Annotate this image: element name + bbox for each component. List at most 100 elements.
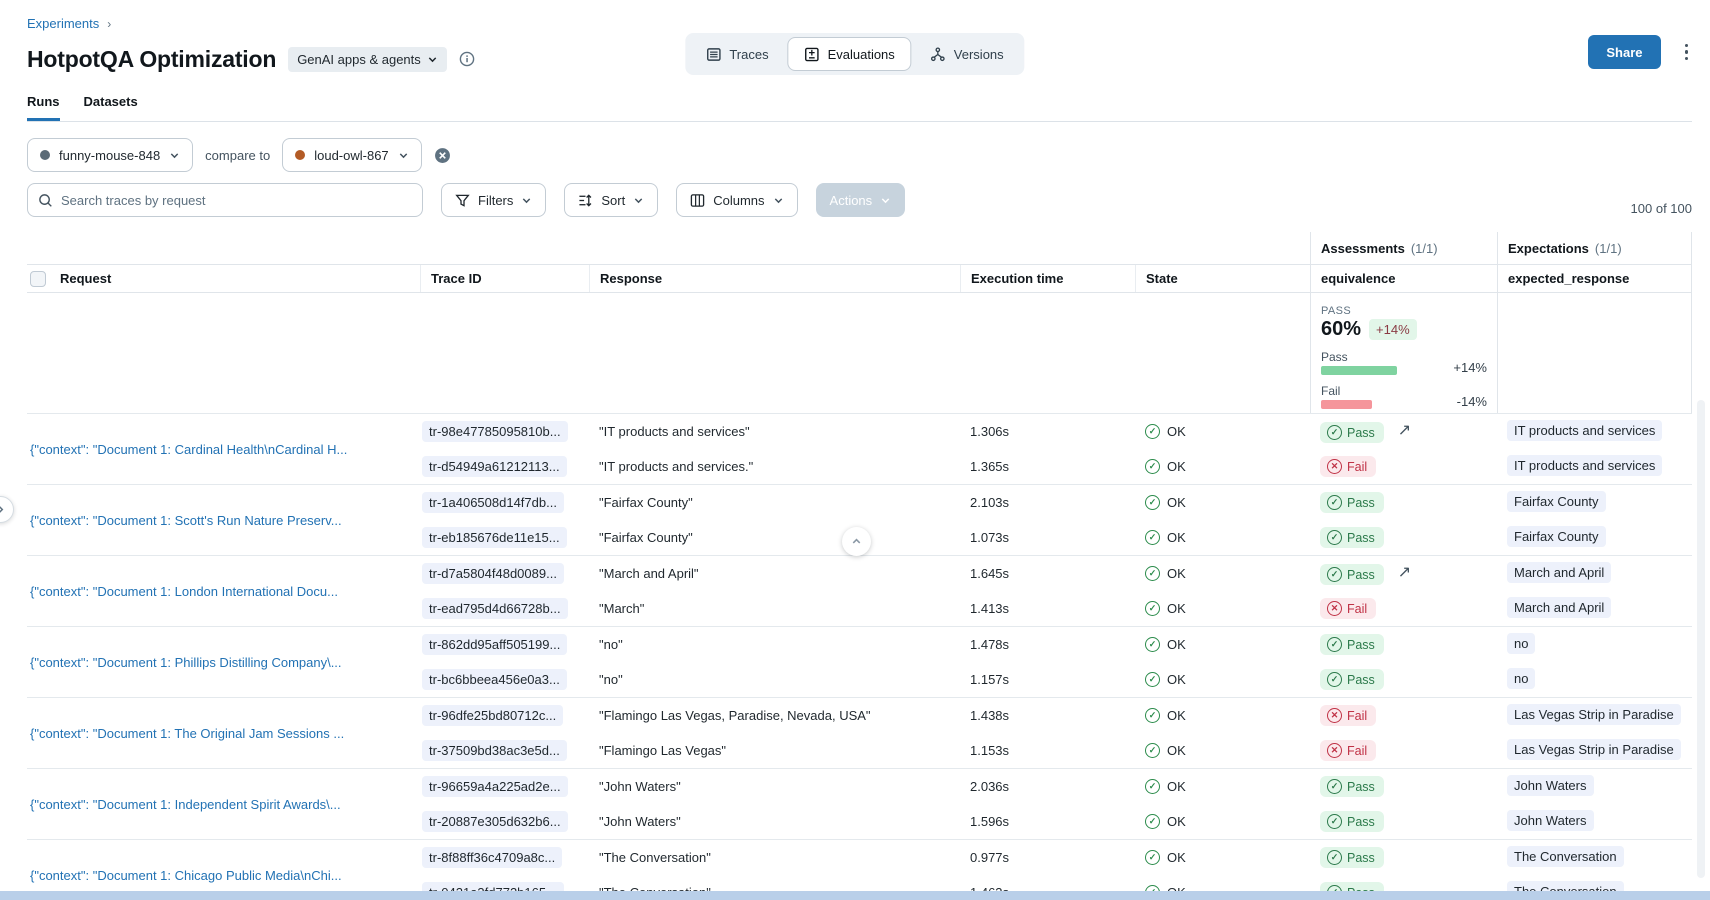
state-cell: OK [1135,814,1310,829]
trace-id-link[interactable]: tr-bc6bbeea456e0a3... [422,669,567,690]
trace-id-link[interactable]: tr-96659a4a225ad2e... [422,776,568,797]
request-link[interactable]: {"context": "Document 1: London Internat… [30,584,338,599]
breadcrumb-experiments-link[interactable]: Experiments [27,16,99,31]
trace-row[interactable]: tr-1a406508d14f7db... "Fairfax County" 2… [420,485,1692,520]
overflow-menu-button[interactable] [1681,40,1693,65]
equivalence-badge[interactable]: Pass [1320,422,1384,443]
share-button[interactable]: Share [1588,35,1660,69]
view-switcher: Traces Evaluations Versions [685,33,1024,75]
vertical-scrollbar[interactable] [1697,400,1705,878]
trace-id-link[interactable]: tr-ead795d4d66728b... [422,598,568,619]
equivalence-badge[interactable]: Fail [1320,456,1376,477]
trace-row[interactable]: tr-98e47785095810b... "IT products and s… [420,414,1692,449]
equivalence-badge[interactable]: Pass [1320,669,1384,690]
search-input[interactable] [61,193,412,208]
trace-id-link[interactable]: tr-37509bd38ac3e5d... [422,740,567,761]
table-row[interactable]: {"context": "Document 1: London Internat… [27,555,1692,626]
select-all-checkbox[interactable] [30,271,46,287]
trace-row[interactable]: tr-ead795d4d66728b... "March" 1.413s OK … [420,591,1692,626]
equivalence-badge[interactable]: Fail [1320,705,1376,726]
expected-response-pill: March and April [1507,562,1611,583]
tab-datasets[interactable]: Datasets [84,94,138,121]
compare-run-select[interactable]: loud-owl-867 [282,138,421,172]
trace-row[interactable]: tr-8f88ff36c4709a8c... "The Conversation… [420,840,1692,875]
equivalence-badge[interactable]: Pass [1320,634,1384,655]
request-link[interactable]: {"context": "Document 1: Scott's Run Nat… [30,513,342,528]
response-cell: "John Waters" [589,814,960,829]
experiment-type-dropdown[interactable]: GenAI apps & agents [288,47,447,72]
equivalence-cell: Fail [1310,740,1497,761]
pass-bar [1321,366,1397,375]
equivalence-badge[interactable]: Pass [1320,811,1384,832]
trace-id-link[interactable]: tr-1a406508d14f7db... [422,492,564,513]
tab-versions[interactable]: Versions [914,37,1021,71]
equivalence-badge[interactable]: Pass [1320,776,1384,797]
baseline-run-select[interactable]: funny-mouse-848 [27,138,193,172]
ok-check-icon [1145,566,1160,581]
trace-row[interactable]: tr-96659a4a225ad2e... "John Waters" 2.03… [420,769,1692,804]
trace-row[interactable]: tr-d7a5804f48d0089... "March and April" … [420,556,1692,591]
state-cell: OK [1135,566,1310,581]
trace-id-link[interactable]: tr-eb185676de11e15... [422,527,567,548]
state-label: OK [1167,708,1186,723]
response-cell: "The Conversation" [589,850,960,865]
equivalence-badge[interactable]: Pass [1320,564,1384,585]
request-link[interactable]: {"context": "Document 1: Cardinal Health… [30,442,347,457]
equivalence-badge[interactable]: Pass [1320,492,1384,513]
compare-to-label: compare to [205,148,270,163]
info-icon[interactable] [459,51,475,67]
table-row[interactable]: {"context": "Document 1: Phillips Distil… [27,626,1692,697]
trace-id-link[interactable]: tr-96dfe25bd80712c... [422,705,563,726]
tab-versions-label: Versions [954,47,1004,62]
tab-runs[interactable]: Runs [27,94,60,121]
execution-time-cell: 1.306s [960,424,1135,439]
table-row[interactable]: {"context": "Document 1: Independent Spi… [27,768,1692,839]
equivalence-cell: Pass [1310,527,1497,548]
request-link[interactable]: {"context": "Document 1: The Original Ja… [30,726,344,741]
filters-button[interactable]: Filters [441,183,546,217]
chevron-right-icon [0,504,6,515]
equivalence-cell: Pass [1310,634,1497,655]
sort-button[interactable]: Sort [564,183,658,217]
equivalence-badge[interactable]: Fail [1320,740,1376,761]
versions-icon [931,47,946,62]
trace-id-link[interactable]: tr-20887e305d632b6... [422,811,568,832]
trace-row[interactable]: tr-37509bd38ac3e5d... "Flamingo Las Vega… [420,733,1692,768]
trace-row[interactable]: tr-bc6bbeea456e0a3... "no" 1.157s OK Pas… [420,662,1692,697]
request-link[interactable]: {"context": "Document 1: Phillips Distil… [30,655,342,670]
expand-sidebar-button[interactable] [0,496,14,523]
state-label: OK [1167,637,1186,652]
ok-check-icon [1145,814,1160,829]
expected-response-cell: The Conversation [1497,846,1692,870]
expected-response-pill: Las Vegas Strip in Paradise [1507,739,1681,760]
trace-row[interactable]: tr-20887e305d632b6... "John Waters" 1.59… [420,804,1692,839]
equivalence-badge[interactable]: Pass [1320,847,1384,868]
columns-button[interactable]: Columns [676,183,797,217]
response-cell: "IT products and services." [589,459,960,474]
horizontal-scrollbar[interactable] [0,891,1710,900]
trace-id-link[interactable]: tr-d7a5804f48d0089... [422,563,564,584]
collapse-summary-button[interactable] [842,527,871,556]
search-box[interactable] [27,183,423,217]
chevron-up-icon [850,535,863,548]
trace-id-link[interactable]: tr-862dd95aff505199... [422,634,567,655]
clear-compare-button[interactable] [434,147,451,164]
breadcrumb: Experiments › [27,0,1692,31]
table-row[interactable]: {"context": "Document 1: The Original Ja… [27,697,1692,768]
trace-id-link[interactable]: tr-8f88ff36c4709a8c... [422,847,562,868]
tab-evaluations[interactable]: Evaluations [788,37,912,71]
equivalence-badge[interactable]: Fail [1320,598,1376,619]
trace-row[interactable]: tr-96dfe25bd80712c... "Flamingo Las Vega… [420,698,1692,733]
trace-id-link[interactable]: tr-98e47785095810b... [422,421,568,442]
equivalence-badge[interactable]: Pass [1320,527,1384,548]
request-link[interactable]: {"context": "Document 1: Chicago Public … [30,868,342,883]
trace-row[interactable]: tr-d54949a61212113... "IT products and s… [420,449,1692,484]
table-row[interactable]: {"context": "Document 1: Cardinal Health… [27,413,1692,484]
trace-id-link[interactable]: tr-d54949a61212113... [422,456,567,477]
actions-button[interactable]: Actions [816,183,906,217]
experiment-type-label: GenAI apps & agents [297,52,421,67]
trace-row[interactable]: tr-eb185676de11e15... "Fairfax County" 1… [420,520,1692,555]
request-link[interactable]: {"context": "Document 1: Independent Spi… [30,797,341,812]
trace-row[interactable]: tr-862dd95aff505199... "no" 1.478s OK Pa… [420,627,1692,662]
tab-traces[interactable]: Traces [689,37,785,71]
